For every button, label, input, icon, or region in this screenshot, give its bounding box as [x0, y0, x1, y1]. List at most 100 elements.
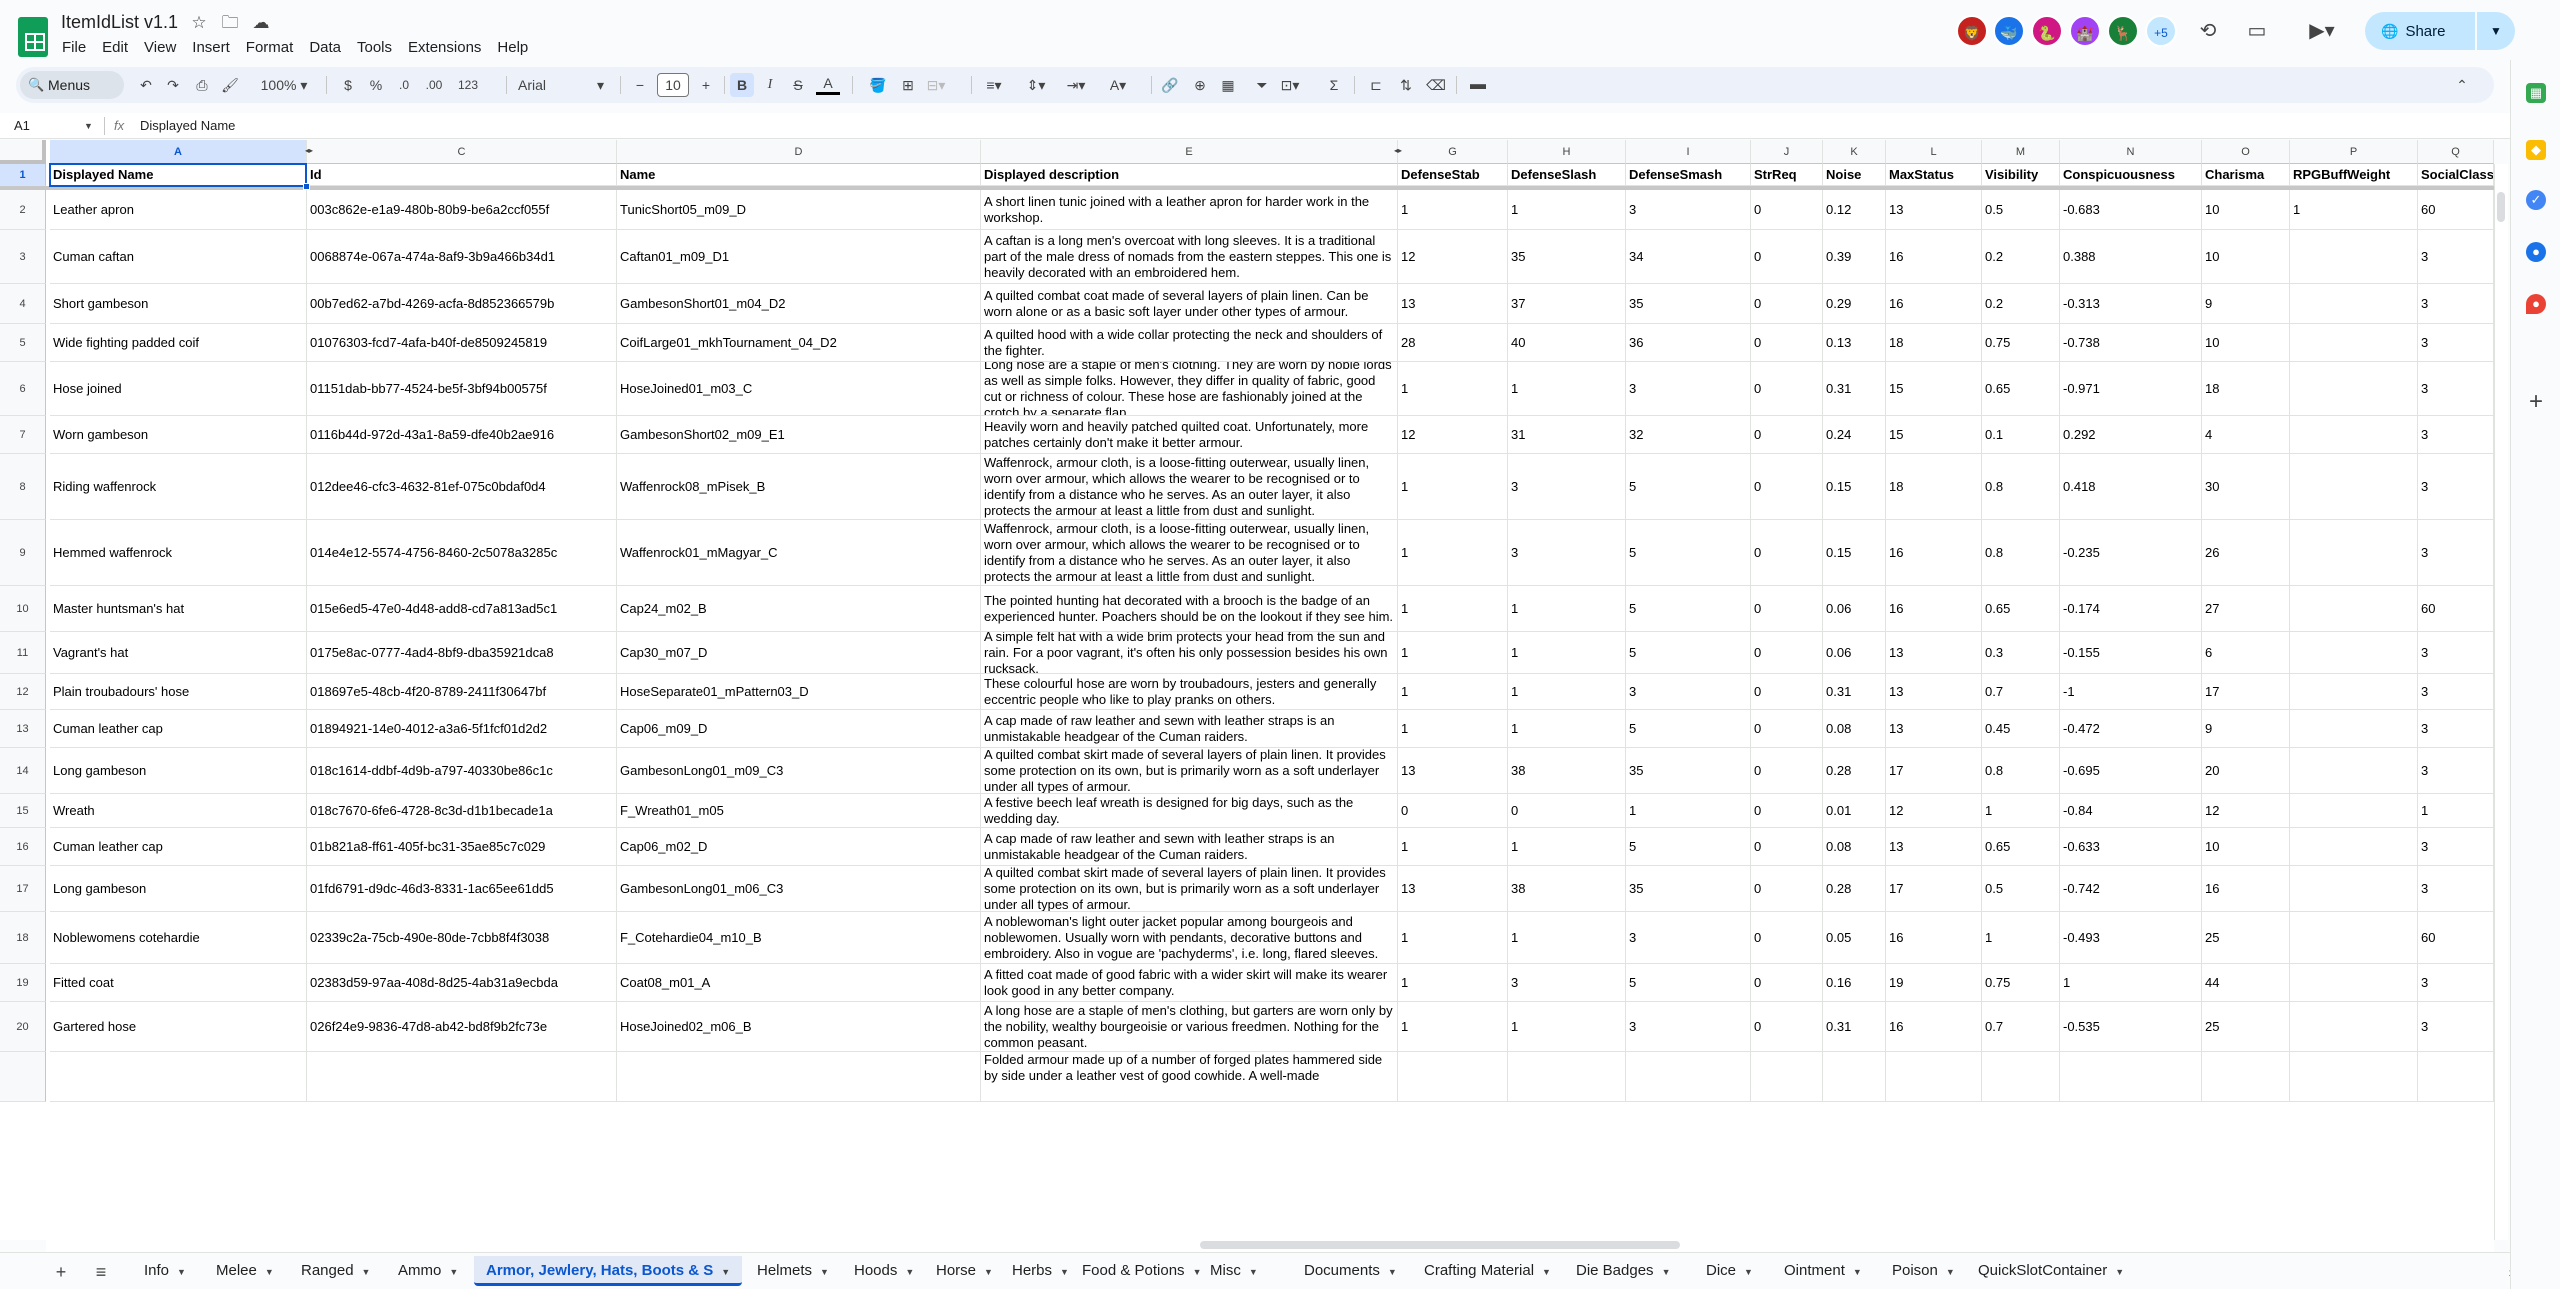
table-cell[interactable]: 018697e5-48cb-4f20-8789-2411f30647bf: [307, 674, 617, 710]
table-cell[interactable]: 0.3: [1982, 632, 2060, 674]
table-cell[interactable]: 12: [1398, 416, 1508, 454]
menu-edit[interactable]: Edit: [94, 37, 136, 59]
header-cell[interactable]: Id: [307, 164, 617, 186]
table-cell[interactable]: 1: [2060, 964, 2202, 1002]
table-cell[interactable]: 10: [2202, 828, 2290, 866]
table-cell[interactable]: 3: [2418, 674, 2494, 710]
table-cell[interactable]: 18: [2202, 362, 2290, 416]
table-cell[interactable]: 0.8: [1982, 454, 2060, 520]
cloud-icon[interactable]: ☁: [250, 12, 272, 34]
table-cell[interactable]: 0: [1751, 632, 1823, 674]
table-cell[interactable]: Wide fighting padded coif: [50, 324, 307, 362]
table-cell[interactable]: A short linen tunic joined with a leathe…: [981, 190, 1398, 230]
font-select[interactable]: Arial ▾: [518, 73, 608, 97]
table-cell[interactable]: 5: [1626, 710, 1751, 748]
table-cell[interactable]: 3: [1626, 190, 1751, 230]
table-cell[interactable]: -0.472: [2060, 710, 2202, 748]
table-cell[interactable]: 0.5: [1982, 190, 2060, 230]
vertical-scroll-thumb[interactable]: [2497, 192, 2505, 222]
table-cell[interactable]: [1626, 1052, 1751, 1102]
table-cell[interactable]: 16: [1886, 230, 1982, 284]
table-cell[interactable]: 35: [1626, 748, 1751, 794]
currency-format-button[interactable]: $: [336, 73, 360, 97]
table-cell[interactable]: 3: [2418, 230, 2494, 284]
table-cell[interactable]: [2290, 230, 2418, 284]
table-cell[interactable]: [617, 1052, 981, 1102]
table-cell[interactable]: 60: [2418, 912, 2494, 964]
formula-input[interactable]: Displayed Name: [140, 116, 235, 136]
table-cell[interactable]: The pointed hunting hat decorated with a…: [981, 586, 1398, 632]
table-cell[interactable]: -1: [2060, 674, 2202, 710]
table-cell[interactable]: A caftan is a long men's overcoat with l…: [981, 230, 1398, 284]
table-cell[interactable]: Cuman caftan: [50, 230, 307, 284]
table-cell[interactable]: 0.75: [1982, 964, 2060, 1002]
table-cell[interactable]: [1982, 1052, 2060, 1102]
sheet-tab[interactable]: Documents ▼: [1292, 1256, 1409, 1286]
select-all-corner[interactable]: [0, 140, 46, 164]
more-formats-button[interactable]: 123: [456, 73, 480, 97]
fill-color-icon[interactable]: 🪣: [866, 73, 890, 97]
zoom-select[interactable]: 100% ▾: [254, 73, 314, 97]
table-cell[interactable]: 0.28: [1823, 866, 1886, 912]
row-header[interactable]: 5: [0, 324, 46, 362]
table-cell[interactable]: Long gambeson: [50, 748, 307, 794]
collaborator-avatar[interactable]: 🏰: [2069, 15, 2101, 47]
sheets-logo-icon[interactable]: [18, 17, 48, 57]
column-header[interactable]: K: [1823, 140, 1886, 164]
table-cell[interactable]: 3: [2418, 520, 2494, 586]
table-cell[interactable]: 13: [1398, 866, 1508, 912]
table-cell[interactable]: 3: [1508, 520, 1626, 586]
table-cell[interactable]: [50, 1052, 307, 1102]
table-cell[interactable]: [2290, 964, 2418, 1002]
table-cell[interactable]: A quilted combat skirt made of several l…: [981, 866, 1398, 912]
table-cell[interactable]: 12: [2202, 794, 2290, 828]
table-cell[interactable]: A cap made of raw leather and sewn with …: [981, 828, 1398, 866]
insert-chart-icon[interactable]: ▦: [1216, 73, 1240, 97]
table-cell[interactable]: HoseJoined01_m03_C: [617, 362, 981, 416]
table-cell[interactable]: Heavily worn and heavily patched quilted…: [981, 416, 1398, 454]
table-cell[interactable]: 01fd6791-d9dc-46d3-8331-1ac65ee61dd5: [307, 866, 617, 912]
table-cell[interactable]: 0: [1398, 794, 1508, 828]
table-cell[interactable]: 5: [1626, 454, 1751, 520]
table-cell[interactable]: 3: [2418, 1002, 2494, 1052]
table-cell[interactable]: 1: [1398, 828, 1508, 866]
table-cell[interactable]: 02339c2a-75cb-490e-80de-7cbb8f4f3038: [307, 912, 617, 964]
column-header[interactable]: L: [1886, 140, 1982, 164]
insert-comment-icon[interactable]: ⊕: [1188, 73, 1212, 97]
chevron-down-icon[interactable]: ▼: [2115, 1267, 2124, 1277]
table-cell[interactable]: 0.39: [1823, 230, 1886, 284]
table-cell[interactable]: 0.65: [1982, 828, 2060, 866]
increase-decimal-button[interactable]: .00: [422, 73, 446, 97]
table-cell[interactable]: 6: [2202, 632, 2290, 674]
table-cell[interactable]: 1: [1398, 520, 1508, 586]
table-cell[interactable]: 19: [1886, 964, 1982, 1002]
row-header[interactable]: 20: [0, 1002, 46, 1052]
table-cell[interactable]: 1: [1398, 632, 1508, 674]
header-cell[interactable]: Name: [617, 164, 981, 186]
table-cell[interactable]: 13: [1886, 190, 1982, 230]
chevron-down-icon[interactable]: ▼: [1060, 1267, 1069, 1277]
chevron-down-icon[interactable]: ▼: [1249, 1267, 1258, 1277]
table-cell[interactable]: 38: [1508, 866, 1626, 912]
table-cell[interactable]: 9: [2202, 710, 2290, 748]
text-rotation-icon[interactable]: A▾: [1106, 73, 1130, 97]
table-cell[interactable]: -0.535: [2060, 1002, 2202, 1052]
table-cell[interactable]: A quilted combat skirt made of several l…: [981, 748, 1398, 794]
table-cell[interactable]: 18: [1886, 324, 1982, 362]
table-cell[interactable]: Folded armour made up of a number of for…: [981, 1052, 1398, 1102]
table-cell[interactable]: Wreath: [50, 794, 307, 828]
table-cell[interactable]: Cap24_m02_B: [617, 586, 981, 632]
header-cell[interactable]: Conspicuousness: [2060, 164, 2202, 186]
table-cell[interactable]: 0.08: [1823, 828, 1886, 866]
header-cell[interactable]: Noise: [1823, 164, 1886, 186]
calendar-icon[interactable]: ▦: [2526, 83, 2546, 103]
table-cell[interactable]: HoseJoined02_m06_B: [617, 1002, 981, 1052]
table-cell[interactable]: 0.75: [1982, 324, 2060, 362]
table-cell[interactable]: 0.388: [2060, 230, 2202, 284]
table-cell[interactable]: 0: [1751, 454, 1823, 520]
table-cell[interactable]: 012dee46-cfc3-4632-81ef-075c0bdaf0d4: [307, 454, 617, 520]
table-cell[interactable]: 3: [2418, 964, 2494, 1002]
table-cell[interactable]: [2060, 1052, 2202, 1102]
spreadsheet-grid[interactable]: A C D E G H I J K L M N O P Q ◂▸ ◂▸ 1 Displayed Name Id Name…: [0, 140, 2494, 1240]
table-cell[interactable]: GambesonLong01_m06_C3: [617, 866, 981, 912]
